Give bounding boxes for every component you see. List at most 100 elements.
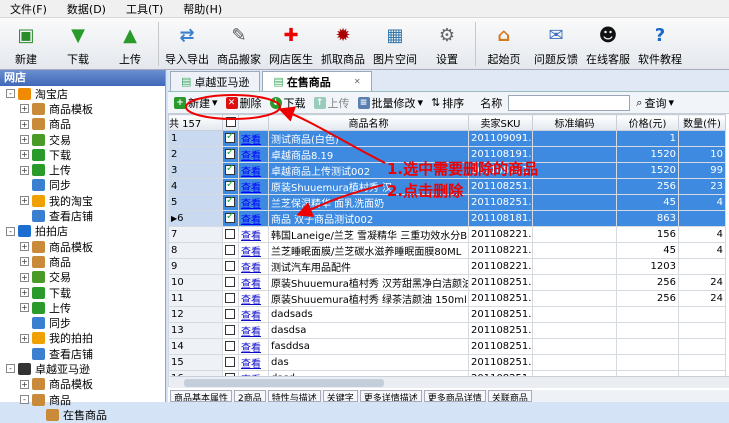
view-link[interactable]: 查看 <box>241 231 261 242</box>
view-link[interactable]: 查看 <box>241 343 261 354</box>
tree-item[interactable]: + 我的拍拍 <box>0 331 165 346</box>
bottom-tab-6[interactable]: 关联商品 <box>487 390 532 402</box>
bottom-tab-5[interactable]: 更多商品详情 <box>423 390 486 402</box>
menu-item-0[interactable]: 文件(F) <box>0 1 57 17</box>
view-link[interactable]: 查看 <box>241 263 261 274</box>
table-row[interactable]: 15 查看 das 201108251... <box>168 354 726 371</box>
expander-icon[interactable]: + <box>20 196 29 206</box>
tree-item[interactable]: + 商品模板 <box>0 377 165 392</box>
expander-icon[interactable]: + <box>20 272 29 282</box>
tree-item[interactable]: + 下载 <box>0 285 165 300</box>
table-row[interactable]: 10 查看 原装Shuuemura植村秀 汉芳甜黑净白洁颜油 201108251...… <box>168 274 726 291</box>
tab-1[interactable]: ▤ 在售商品 ✕ <box>262 71 372 91</box>
view-link[interactable]: 查看 <box>241 279 261 290</box>
tree-item[interactable]: + 上传 <box>0 300 165 315</box>
row-checkbox[interactable] <box>225 293 235 303</box>
toolbar-button-12[interactable]: ? 软件教程 <box>634 18 686 70</box>
column-header[interactable]: 数量(件) <box>678 114 726 131</box>
tree-item[interactable]: + 商品模板 <box>0 101 165 116</box>
row-checkbox[interactable] <box>225 229 235 239</box>
bottom-tab-0[interactable]: 商品基本属性 <box>170 390 233 402</box>
table-row[interactable]: 9 查看 测试汽车用品配件 201108221... 1203 <box>168 258 726 275</box>
delete-button[interactable]: ✕ 删除 <box>224 95 264 111</box>
tree-item[interactable]: + 我的淘宝 <box>0 193 165 208</box>
expander-icon[interactable]: + <box>20 135 29 145</box>
toolbar-button-4[interactable]: ✎ 商品搬家 <box>213 18 265 70</box>
column-header[interactable] <box>222 114 239 131</box>
row-checkbox[interactable] <box>225 357 235 367</box>
expander-icon[interactable]: - <box>6 364 15 374</box>
table-row[interactable]: 14 查看 fasddsa 201108251... <box>168 338 726 355</box>
tree-item[interactable]: - 商品 <box>0 392 165 407</box>
row-checkbox[interactable] <box>225 261 235 271</box>
table-row[interactable]: 7 查看 韩国Laneige/兰芝 雪凝精华 三重功效水分BB霜 201108221.… <box>168 226 726 243</box>
toolbar-button-11[interactable]: ☻ 在线客服 <box>582 18 634 70</box>
row-checkbox[interactable] <box>225 245 235 255</box>
view-link[interactable]: 查看 <box>241 135 261 146</box>
tree-item[interactable]: 在售商品 <box>0 407 165 422</box>
expander-icon[interactable]: - <box>6 89 15 99</box>
expander-icon[interactable]: + <box>20 165 29 175</box>
view-link[interactable]: 查看 <box>241 359 261 370</box>
view-link[interactable]: 查看 <box>241 215 261 226</box>
tree-item[interactable]: + 商品 <box>0 254 165 269</box>
expander-icon[interactable]: + <box>20 150 29 160</box>
row-checkbox[interactable] <box>225 277 235 287</box>
expander-icon[interactable]: + <box>20 303 29 313</box>
row-checkbox[interactable] <box>225 212 235 223</box>
tree-item[interactable]: + 交易 <box>0 132 165 147</box>
tree-item[interactable]: 查看店铺 <box>0 208 165 223</box>
upload-button[interactable]: ↑ 上传 <box>312 95 352 111</box>
table-row[interactable]: ▶6 查看商品 双子商品测试002201108181... 863 <box>168 210 726 227</box>
row-checkbox[interactable] <box>225 148 235 159</box>
toolbar-button-7[interactable]: ▦ 图片空间 <box>369 18 421 70</box>
tree-item[interactable]: + 商品 <box>0 117 165 132</box>
toolbar-button-5[interactable]: ✚ 网店医生 <box>265 18 317 70</box>
download-button[interactable]: ↓ 下载 <box>268 95 308 111</box>
bottom-tab-3[interactable]: 关键字 <box>322 390 358 402</box>
batch-modify-button[interactable]: ≡ 批量修改 ▾ <box>356 95 426 111</box>
expander-icon[interactable]: - <box>20 395 29 405</box>
view-link[interactable]: 查看 <box>241 327 261 338</box>
view-link[interactable]: 查看 <box>241 183 261 194</box>
tree-item[interactable]: 查看店铺 <box>0 346 165 361</box>
expander-icon[interactable]: - <box>6 226 15 236</box>
row-checkbox[interactable] <box>225 196 235 207</box>
tree-item[interactable]: - 淘宝店 <box>0 86 165 101</box>
column-header[interactable]: 共 157 <box>168 114 223 131</box>
tree-item[interactable]: 同步 <box>0 178 165 193</box>
expander-icon[interactable]: + <box>20 333 29 343</box>
view-link[interactable]: 查看 <box>241 295 261 306</box>
toolbar-button-2[interactable]: ▲ 上传 <box>104 18 156 70</box>
tab-0[interactable]: ▤ 卓越亚马逊 <box>170 71 261 91</box>
view-link[interactable]: 查看 <box>241 151 261 162</box>
menu-item-2[interactable]: 工具(T) <box>116 1 173 17</box>
bottom-tab-1[interactable]: 2商品 <box>234 390 266 402</box>
row-checkbox[interactable] <box>225 325 235 335</box>
expander-icon[interactable]: + <box>20 119 29 129</box>
table-row[interactable]: 11 查看原装Shuuemura植村秀 绿茶洁颜油 150ml 8-2520110… <box>168 290 726 307</box>
toolbar-button-3[interactable]: ⇄ 导入导出 <box>161 18 213 70</box>
toolbar-button-8[interactable]: ⚙ 设置 <box>421 18 473 70</box>
tree-item[interactable]: + 交易 <box>0 270 165 285</box>
view-link[interactable]: 查看 <box>241 199 261 210</box>
toolbar-button-9[interactable]: ⌂ 起始页 <box>478 18 530 70</box>
bottom-tab-4[interactable]: 更多详情描述 <box>359 390 422 402</box>
column-header[interactable]: 标准编码 <box>532 114 617 131</box>
table-row[interactable]: 12 查看 dadsads 201108251... <box>168 306 726 323</box>
view-link[interactable]: 查看 <box>241 311 261 322</box>
table-row[interactable]: 13 查看 dasdsa 201108251... <box>168 322 726 339</box>
search-input[interactable] <box>508 94 631 111</box>
tree-item[interactable]: 同步 <box>0 315 165 330</box>
view-link[interactable]: 查看 <box>241 167 261 178</box>
toolbar-button-0[interactable]: ▣ 新建 <box>0 18 52 70</box>
expander-icon[interactable]: + <box>20 288 29 297</box>
column-header[interactable]: 卖家SKU <box>468 114 533 131</box>
row-checkbox[interactable] <box>225 309 235 319</box>
column-header[interactable] <box>238 114 269 131</box>
select-all-checkbox[interactable] <box>225 117 236 127</box>
column-header[interactable]: 价格(元) <box>616 114 679 131</box>
table-row[interactable]: 1 查看测试商品(白色)201109091... 1 <box>168 130 726 147</box>
tree-item[interactable]: + 下载 <box>0 147 165 162</box>
tree-item[interactable]: - 拍拍店 <box>0 224 165 239</box>
